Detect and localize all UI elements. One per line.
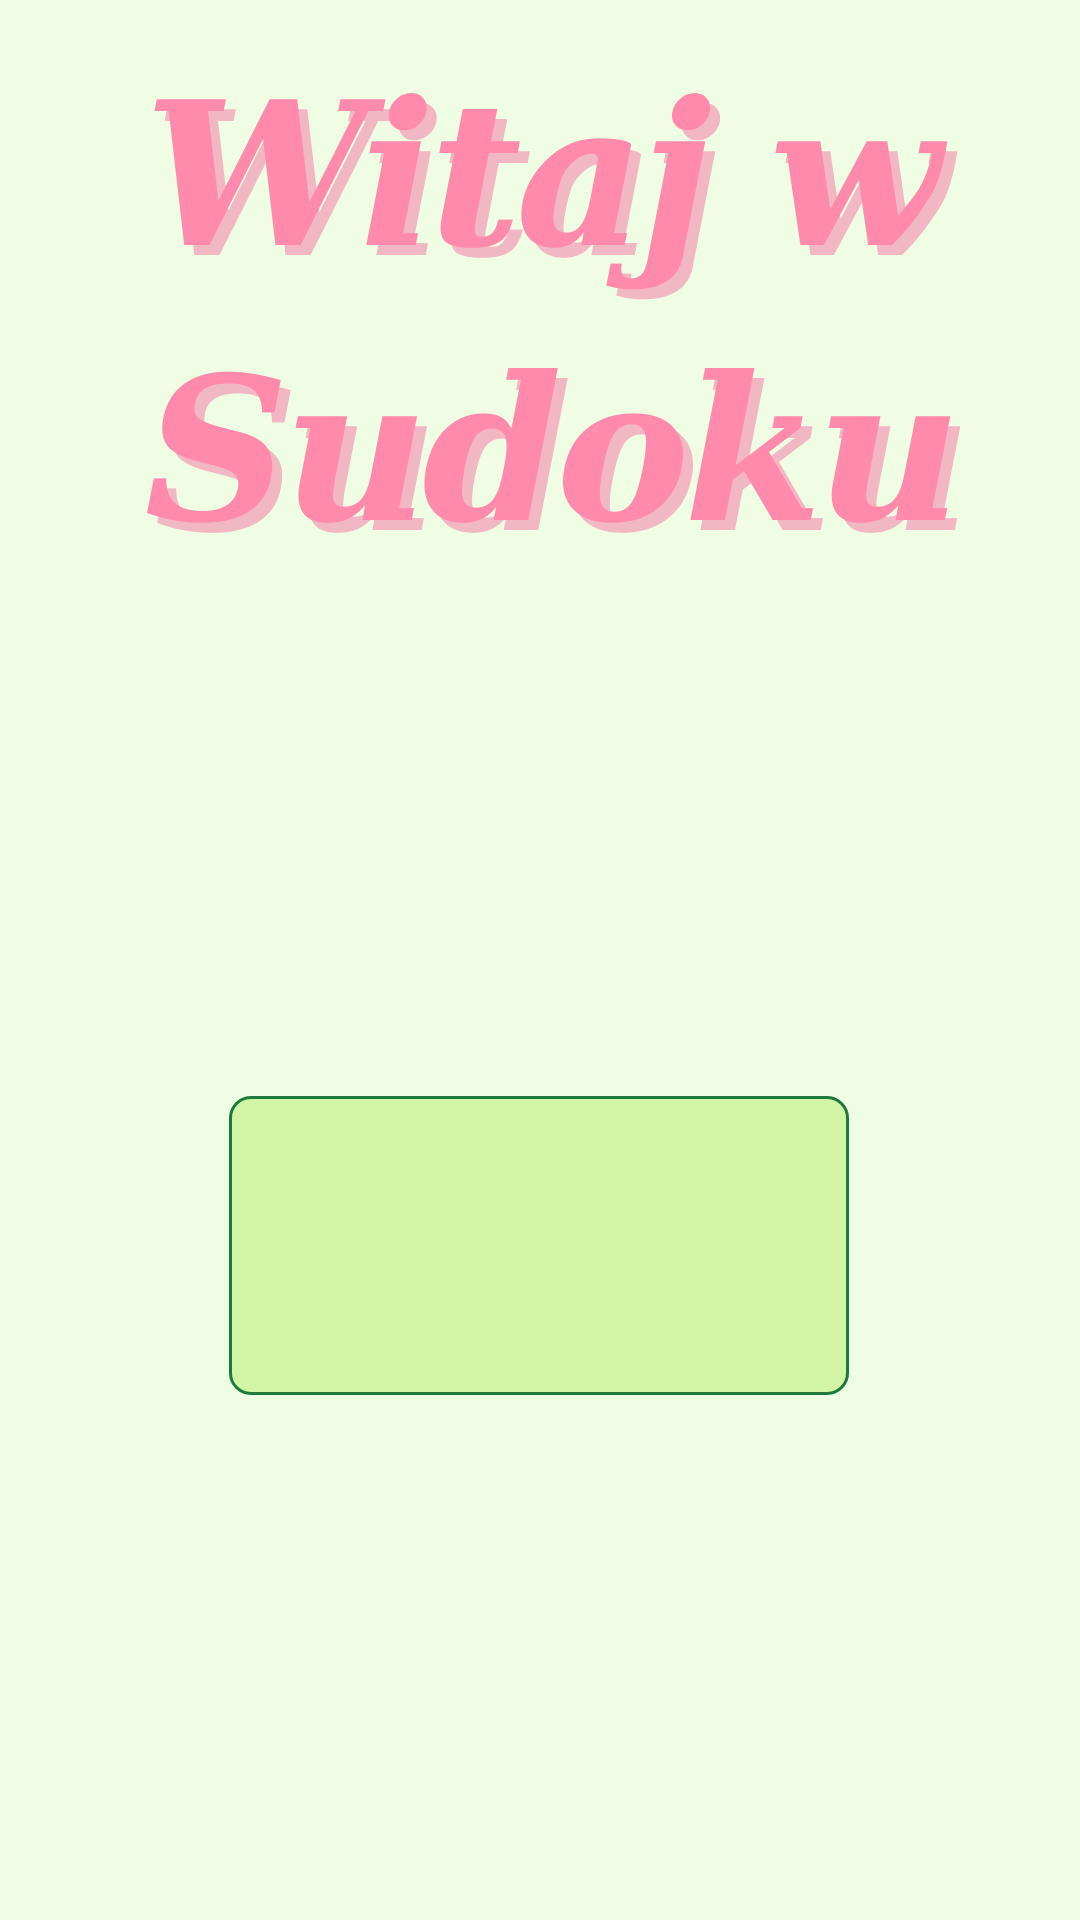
welcome-title: Witaj w Sudoku Witaj w Sudoku [0, 20, 1080, 580]
start-button[interactable] [229, 1096, 849, 1395]
welcome-title-graphic: Witaj w Sudoku Witaj w Sudoku [144, 58, 971, 578]
title-line2: Sudoku [144, 333, 955, 568]
title-line1: Witaj w [144, 58, 947, 293]
